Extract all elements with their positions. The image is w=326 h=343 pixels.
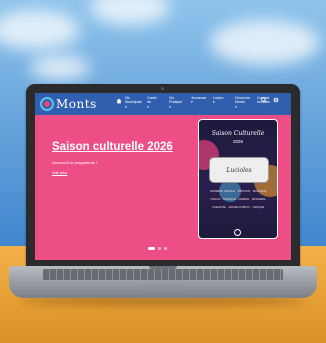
chevron-down-icon: ▾	[213, 100, 215, 105]
menu-item-vie-pratique[interactable]: Vie Pratique ▾	[169, 96, 186, 109]
poster-brand-text: Lucioles	[226, 166, 252, 174]
poster-line-2: POLKA · MORALE · DIABLE · MOLIERE	[210, 197, 266, 201]
carousel-dots	[148, 247, 170, 250]
poster-badge-icon	[234, 229, 241, 236]
chevron-down-icon: ▾	[147, 104, 149, 109]
chevron-down-icon: ▾	[125, 104, 127, 109]
hero-title: Saison culturelle 2026	[52, 141, 173, 153]
menu-label: Loisirs	[213, 96, 224, 100]
menu-label-2: Municipale	[125, 100, 143, 105]
menu-item-decouvrir-monts[interactable]: Découvrir Monts ▾	[235, 96, 252, 109]
home-icon[interactable]	[116, 98, 122, 104]
logo-text: Monts	[56, 97, 97, 111]
menu-item-loisirs[interactable]: Loisirs ▾	[213, 96, 230, 109]
poster-brand-logo: Lucioles	[209, 157, 269, 183]
chevron-down-icon: ▾	[235, 104, 237, 109]
menu-label: Vie	[125, 96, 131, 100]
keyboard	[43, 269, 283, 280]
site-logo[interactable]: Monts	[40, 96, 97, 112]
globe-icon[interactable]	[273, 97, 279, 103]
hero-subtitle: Découvrir le programme !	[52, 160, 98, 165]
poster-image[interactable]: Saison Culturelle 2026 Lucioles NUMERO C…	[198, 119, 278, 239]
menu-item-jeunesse[interactable]: Jeunesse ▾	[191, 96, 208, 109]
site-navbar: Monts Vie Municipale ▾ Cadre de ▾ Vie Pr…	[35, 93, 291, 115]
laptop-base	[9, 266, 317, 298]
hero-banner: Saison culturelle 2026 Découvrir le prog…	[35, 115, 291, 260]
laptop-lid: Monts Vie Municipale ▾ Cadre de ▾ Vie Pr…	[26, 84, 300, 267]
laptop-screen: Monts Vie Municipale ▾ Cadre de ▾ Vie Pr…	[35, 93, 291, 260]
poster-year: 2026	[232, 139, 243, 144]
poster-title: Saison Culturelle	[211, 130, 265, 137]
carousel-dot-1[interactable]	[148, 247, 155, 250]
webcam	[161, 87, 164, 90]
trackpad	[143, 284, 183, 289]
hero-see-more-link[interactable]: Voir plus	[52, 170, 67, 175]
menu-label: Cadre	[147, 96, 157, 100]
menu-label: Découvrir	[235, 96, 251, 100]
poster-line-3: THEATRE · JEUNE PUBLIC · CIRQUE	[211, 205, 265, 209]
menu-item-vie-municipale[interactable]: Vie Municipale ▾	[125, 96, 142, 109]
menu-item-cadre-de-vie[interactable]: Cadre de ▾	[147, 96, 164, 109]
poster-line-1: NUMERO CECILE · TRISTAN · MORGAN	[209, 189, 267, 193]
main-menu: Vie Municipale ▾ Cadre de ▾ Vie Pratique…	[125, 96, 279, 109]
menu-label: Jeunesse	[191, 96, 207, 100]
logo-mark-icon	[40, 97, 54, 111]
carousel-dot-3[interactable]	[164, 247, 167, 250]
chevron-down-icon: ▾	[191, 100, 193, 105]
carousel-dot-2[interactable]	[158, 247, 161, 250]
chevron-down-icon: ▾	[169, 104, 171, 109]
menu-label-2: de	[147, 100, 151, 105]
menu-label-2: Monts	[235, 100, 245, 105]
menu-label-2: Pratique	[169, 100, 183, 105]
search-icon[interactable]	[261, 97, 267, 103]
menu-label: Vie	[169, 96, 175, 100]
